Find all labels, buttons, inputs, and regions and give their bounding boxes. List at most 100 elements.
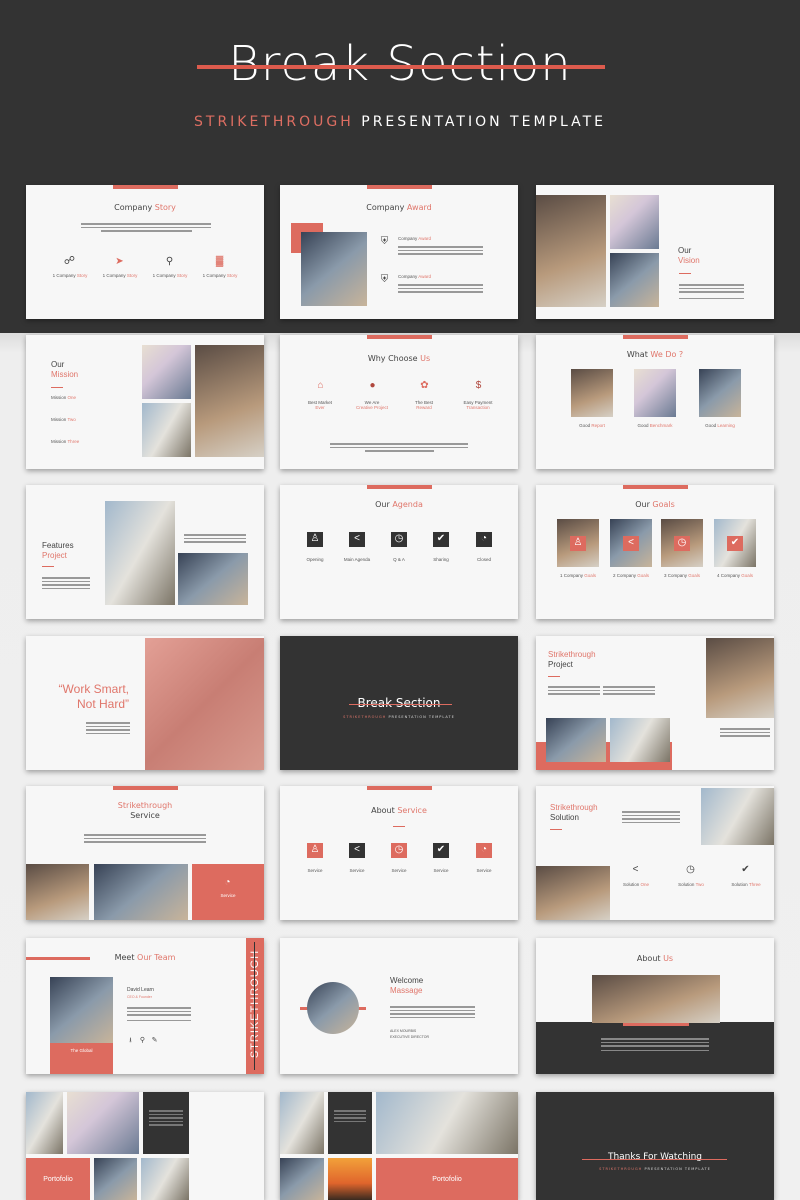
slide-strikethrough-project[interactable]: Strikethrough Project [536,636,774,770]
title-accent: Mission [51,370,79,379]
top-accent-bar [367,185,432,189]
body-text [184,532,246,545]
slide-portfolio-1[interactable]: Portofolio [26,1092,264,1200]
clock-icon: ◷ [391,532,407,547]
slide-strikethrough-solution[interactable]: Strikethrough Solution < ◷ ✔ Solution On… [536,786,774,920]
slide-our-mission[interactable]: Our Mission Mission One Mission Two Miss… [26,335,264,469]
top-accent-bar [113,185,178,189]
service-label: Service [307,868,323,873]
item-label: 1 Company Story [102,273,138,278]
solution-label: Solution One [622,882,650,887]
photo-woman-reading [94,1158,137,1200]
photo-tablet [610,718,670,762]
hero-subtitle-rest: PRESENTATION TEMPLATE [361,114,606,130]
clock-icon: ◷ [674,536,690,551]
clock-icon: ◷ [391,843,407,858]
agenda-label: Closed [476,557,491,562]
trophy-icon: ⛨ [380,274,389,285]
item-label: 1 Company Story [152,273,188,278]
member-role: CEO & Founder [127,995,152,999]
body-text [679,282,744,301]
slide-company-award[interactable]: Company Award ⛨ ⛨ Company Award Company … [280,185,518,319]
item-label: Best Market Ever [307,400,332,410]
slide-title: What We Do ? [626,350,684,359]
trophy-icon: ⛨ [380,236,389,247]
search-icon: ⚲ [165,256,174,267]
accent-bar [623,1023,689,1026]
edit-icon[interactable]: ✎ [148,1034,161,1047]
slide-break-section[interactable]: Break Section STRIKETHROUGH PRESENTATION… [280,636,518,770]
slide-title: Our Agenda [375,500,423,509]
portfolio-label: Portofolio [43,1176,73,1183]
body-text [720,726,770,739]
agenda-label: Main Agenda [343,557,371,562]
pie-chart-icon: ◔ [224,877,231,888]
title-text: Service [130,811,160,820]
body-text [390,1004,475,1020]
side-banner-text: STRIKETHROUGH [249,949,261,1059]
item-label: 1 Company Story [202,273,238,278]
strikethrough-line [582,1159,727,1160]
item-label: Good Learning [705,423,735,428]
pin-icon: ➤ [115,256,124,267]
title-accent: Strikethrough [117,801,173,810]
divider [679,273,691,274]
slide-title: Why Choose Us [367,354,431,363]
dark-band [536,1022,774,1074]
title-accent: Massage [390,986,423,995]
pie-chart-icon: ◔ [476,843,492,858]
slide-company-story[interactable]: Company Story ☍ ➤ ⚲ ▓ 1 Company Story 1 … [26,185,264,319]
divider [548,676,560,677]
divider [393,826,405,827]
photo-team-table [67,1092,139,1154]
title-accent: Vision [678,256,700,265]
side-banner: STRIKETHROUGH [246,938,264,1074]
body-text [334,1108,366,1124]
slide-title: Meet Our Team [114,953,176,962]
title-text: Our [51,360,65,369]
slide-our-agenda[interactable]: Our Agenda ♙ < ◷ ✔ ◔ Opening Main Agenda… [280,485,518,619]
slide-features-project[interactable]: Features Project [26,485,264,619]
body-text [601,1036,709,1053]
slide-what-we-do[interactable]: What We Do ? Good Report Good Benchmark … [536,335,774,469]
slide-about-us[interactable]: About Us [536,938,774,1074]
slide-about-service[interactable]: About Service ♙ < ◷ ✔ ◔ Service Service … [280,786,518,920]
title-accent: Strikethrough [548,650,596,659]
item-label: We Are Creative Project [355,400,388,410]
slide-thanks-for-watching[interactable]: Thanks For Watching STRIKETHROUGH PRESEN… [536,1092,774,1200]
top-accent-bar [623,335,688,339]
slide-why-choose-us[interactable]: Why Choose Us ⌂ ● ✿ $ Best Market Ever We… [280,335,518,469]
solution-label: Solution Three [731,882,761,887]
photo-laptop-hands [546,718,606,762]
photo-man-with-laptop [706,638,774,718]
agenda-label: Opening [306,557,324,562]
photo-sticky-notes [610,195,659,249]
title-text: Features [42,541,74,550]
slide-title: About Us [636,954,674,963]
service-label: Service [220,893,236,898]
slide-strikethrough-service[interactable]: Strikethrough Service ◔ Service [26,786,264,920]
home-icon: ⌂ [317,380,324,391]
link-icon: ☍ [63,255,76,267]
portfolio-label: Portofolio [432,1176,462,1183]
slide-meet-our-team[interactable]: Meet Our Team The Global David Learn CEO… [26,938,264,1074]
title-text: Our [678,246,692,255]
slide-our-goals[interactable]: Our Goals ♙ < ◷ ✔ 1 Company Goals 2 Comp… [536,485,774,619]
award-label: Company Award [398,236,431,241]
mission-label: Mission One [51,395,77,400]
slide-portfolio-2[interactable]: Portofolio [280,1092,518,1200]
slide-quote[interactable]: “Work Smart, Not Hard” [26,636,264,770]
photo-computer [178,553,248,605]
group-icon: ♙ [570,536,586,551]
photo-report [571,369,613,417]
service-label: Service [349,868,365,873]
award-icon: ✿ [420,380,429,391]
slide-our-vision[interactable]: Our Vision [536,185,774,319]
slide-welcome-message[interactable]: Welcome Massage ALEX MOURBIS EXECUTIVE D… [280,938,518,1074]
title-accent: Story [154,203,176,212]
body-text [622,809,680,825]
item-label: Good Report [579,423,605,428]
title-accent: Strikethrough [550,803,598,812]
photo-construction [280,1092,324,1154]
body-text [149,1108,183,1128]
